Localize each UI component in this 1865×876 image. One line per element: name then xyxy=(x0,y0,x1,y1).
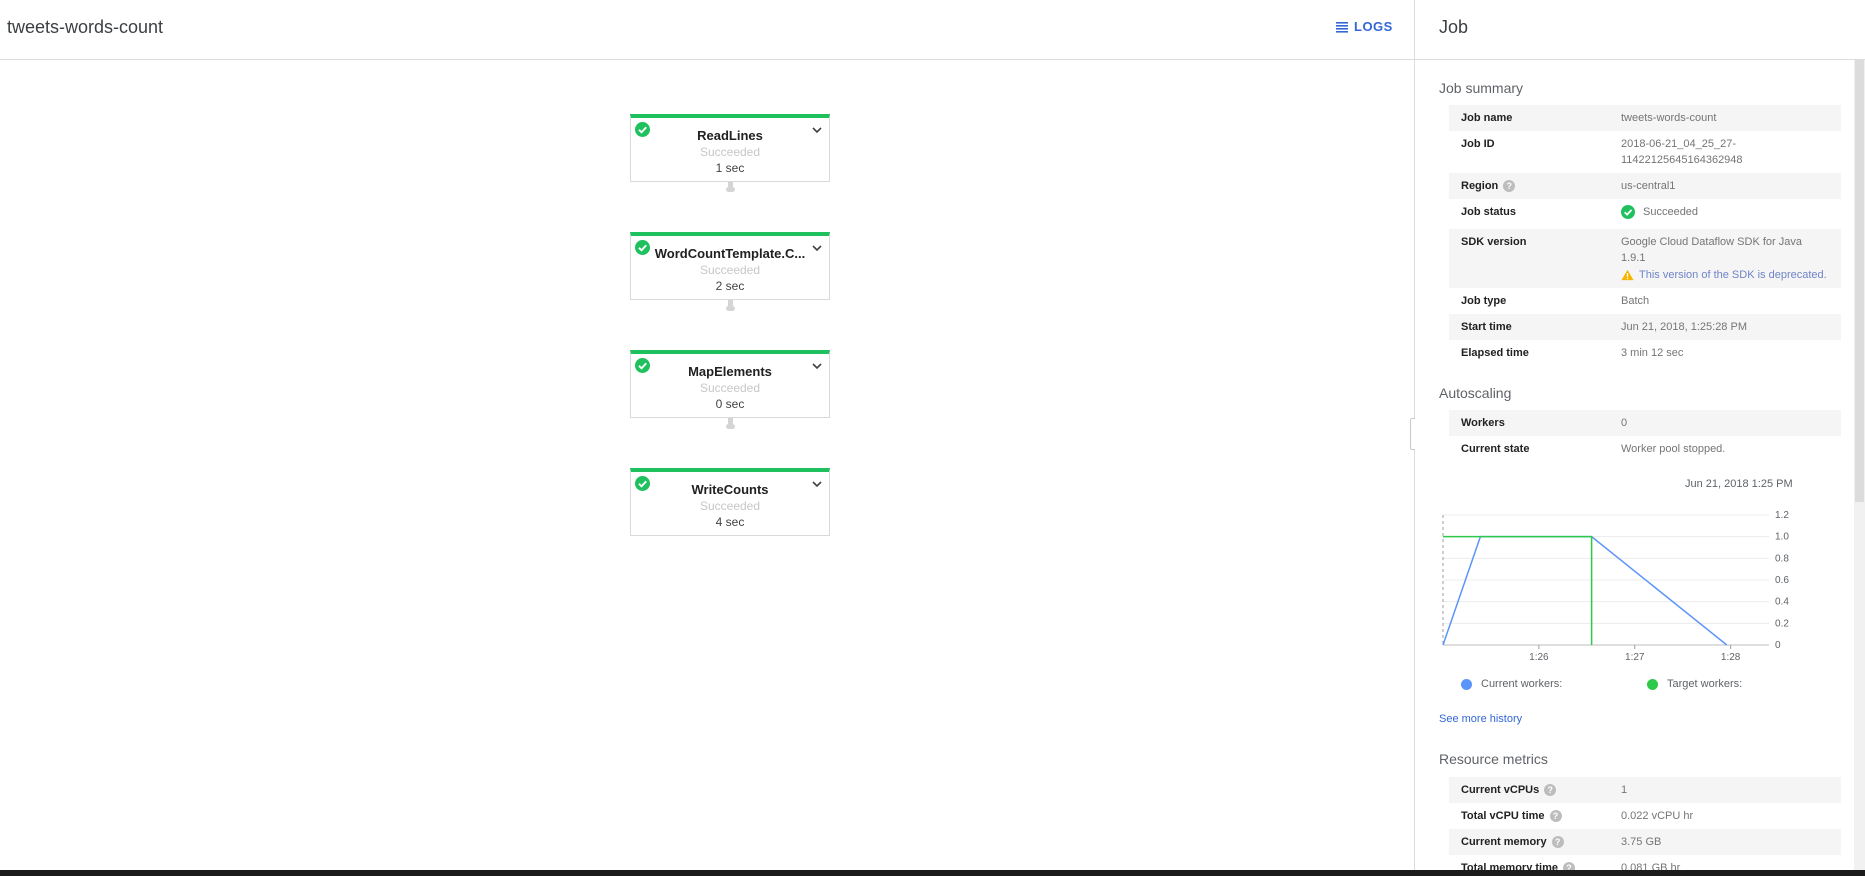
legend-dot xyxy=(1647,678,1658,690)
y-tick-label: 0.6 xyxy=(1775,575,1789,586)
workers-chart: 00.20.40.60.81.01.21:261:271:281:29 xyxy=(1442,510,1789,663)
help-icon[interactable]: ? xyxy=(1551,836,1564,848)
job-info-panel: Job Job summary Job name tweets-words-cou… xyxy=(1415,0,1865,870)
y-tick-label: 0.2 xyxy=(1775,618,1789,629)
resource-metrics-table: Current vCPUs? 1 Total vCPU time? 0.022 vC… xyxy=(1449,777,1841,870)
kv-row: Total memory time? 0.081 GB hr xyxy=(1449,855,1841,870)
sdk-deprecated-link[interactable]: This version of the SDK is deprecated. xyxy=(1621,267,1829,283)
kv-row: Elapsed time 3 min 12 sec xyxy=(1461,347,1684,359)
step-status: Succeeded xyxy=(699,145,761,159)
step-status: Succeeded xyxy=(699,499,761,513)
success-check-icon xyxy=(635,476,650,491)
y-tick-label: 1.2 xyxy=(1775,510,1789,521)
logs-label: LOGS xyxy=(1354,19,1393,34)
y-tick-label: 0 xyxy=(1775,640,1781,651)
resource-metrics-title: Resource metrics xyxy=(1439,751,1548,767)
chevron-down-icon[interactable] xyxy=(811,478,823,490)
step-time: 0 sec xyxy=(715,397,745,411)
x-tick-label: 1:27 xyxy=(1625,652,1645,663)
step-node-mapelements[interactable]: MapElements Succeeded 0 sec xyxy=(630,350,830,418)
chart-legend: Current workers: Target workers: xyxy=(1445,678,1825,694)
success-check-icon xyxy=(635,240,650,255)
step-time: 4 sec xyxy=(715,515,745,529)
kv-row: Workers 0 xyxy=(1449,410,1841,436)
kv-row: Job ID 2018-06-21_04_25_27-11422125645164… xyxy=(1461,138,1743,166)
logs-icon xyxy=(1336,21,1348,33)
step-name: MapElements xyxy=(688,364,772,379)
job-header: tweets-words-count LOGS xyxy=(0,0,1414,60)
step-node-wordcounttemplate[interactable]: WordCountTemplate.C... Succeeded 2 sec xyxy=(630,232,830,300)
chart-date-label: Jun 21, 2018 1:25 PM xyxy=(1685,478,1793,490)
legend-target-workers: Target workers: xyxy=(1647,678,1742,690)
kv-row: Start time Jun 21, 2018, 1:25:28 PM xyxy=(1449,314,1841,340)
step-name: WriteCounts xyxy=(691,482,769,497)
see-more-history-link[interactable]: See more history xyxy=(1439,713,1522,725)
warning-icon xyxy=(1621,269,1634,281)
target-workers-line xyxy=(1443,535,1593,645)
kv-row: Total vCPU time? 0.022 vCPU hr xyxy=(1461,810,1694,822)
step-status: Succeeded xyxy=(699,381,761,395)
chevron-down-icon[interactable] xyxy=(811,124,823,136)
sdk-version-value: Google Cloud Dataflow SDK for Java 1.9.1 xyxy=(1621,236,1802,264)
kv-row: Current memory? 3.75 GB xyxy=(1449,829,1841,855)
help-icon[interactable]: ? xyxy=(1563,862,1575,870)
kv-row: Current state Worker pool stopped. xyxy=(1461,443,1726,455)
legend-current-workers: Current workers: xyxy=(1461,678,1562,690)
dataflow-job-page: tweets-words-count LOGS ReadLines Succee… xyxy=(0,0,1865,876)
chevron-down-icon[interactable] xyxy=(811,242,823,254)
autoscaling-title: Autoscaling xyxy=(1439,385,1512,401)
help-icon[interactable]: ? xyxy=(1549,810,1562,822)
panel-title: Job xyxy=(1439,17,1469,37)
help-icon[interactable]: ? xyxy=(1503,180,1516,192)
scrollbar-thumb[interactable] xyxy=(1855,60,1864,502)
kv-row: Job status Succeeded xyxy=(1461,205,1699,219)
step-name: WordCountTemplate.C... xyxy=(654,246,806,261)
step-time: 1 sec xyxy=(715,161,745,175)
kv-row: Current vCPUs? 1 xyxy=(1449,777,1841,803)
success-check-icon xyxy=(1621,205,1635,219)
success-check-icon xyxy=(635,358,650,373)
autoscaling-table: Workers 0 Current state Worker pool stoppe… xyxy=(1449,410,1841,462)
chevron-down-icon[interactable] xyxy=(811,360,823,372)
step-time: 2 sec xyxy=(715,279,745,293)
kv-row: Region? us-central1 xyxy=(1449,173,1841,199)
step-node-readlines[interactable]: ReadLines Succeeded 1 sec xyxy=(630,114,830,182)
y-tick-label: 0.4 xyxy=(1775,597,1789,608)
success-check-icon xyxy=(635,122,650,137)
panel-header: Job xyxy=(1415,0,1865,60)
x-tick-label: 1:28 xyxy=(1721,652,1741,663)
step-name: ReadLines xyxy=(697,128,763,143)
bottom-system-bar xyxy=(0,870,1865,876)
step-status: Succeeded xyxy=(699,263,761,277)
job-summary-table: Job name tweets-words-count Job ID 2018-06… xyxy=(1449,105,1841,366)
kv-row: SDK version Google Cloud Dataflow SDK for… xyxy=(1449,229,1841,288)
panel-scrollbar[interactable] xyxy=(1854,60,1865,870)
logs-button[interactable]: LOGS xyxy=(1335,19,1393,34)
legend-dot xyxy=(1461,678,1472,690)
job-title: tweets-words-count xyxy=(7,17,164,37)
x-tick-label: 1:26 xyxy=(1529,652,1549,663)
current-workers-line xyxy=(1442,535,1728,646)
kv-row: Job name tweets-words-count xyxy=(1449,105,1841,131)
help-icon[interactable]: ? xyxy=(1544,784,1557,796)
pipeline-graph: ReadLines Succeeded 1 sec WordCountTempl… xyxy=(0,60,1414,870)
y-tick-label: 0.8 xyxy=(1775,553,1789,564)
job-summary-title: Job summary xyxy=(1439,80,1524,96)
job-status-value: Succeeded xyxy=(1643,206,1699,218)
kv-row: Job type Batch xyxy=(1461,295,1650,307)
y-tick-label: 1.0 xyxy=(1775,532,1789,543)
step-node-writecounts[interactable]: WriteCounts Succeeded 4 sec xyxy=(630,468,830,536)
